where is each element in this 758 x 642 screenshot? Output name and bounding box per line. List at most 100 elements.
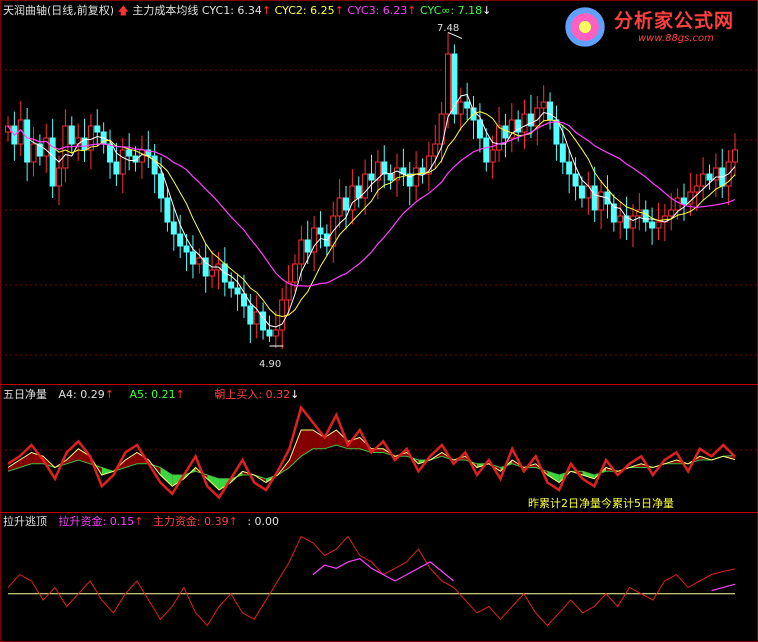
candle-body xyxy=(457,101,464,115)
candle-body xyxy=(508,119,515,139)
arrow-up-icon: ↑ xyxy=(407,4,417,17)
arrow-up-icon: ↑ xyxy=(134,515,144,528)
candle-body xyxy=(279,299,286,331)
candle-body xyxy=(336,197,343,217)
logo-url: www.88gs.com xyxy=(638,33,714,44)
low-price-label: 4.90 xyxy=(259,359,282,370)
arrow-up-icon: ↑ xyxy=(175,388,185,401)
cycinf-label: CYC∞: 7.18 xyxy=(420,4,483,17)
candle-body xyxy=(196,257,203,265)
cyc2-line xyxy=(7,111,736,318)
candle-body xyxy=(234,287,241,295)
candle-body xyxy=(540,101,547,109)
candle-body xyxy=(464,101,471,109)
candle-body xyxy=(502,125,509,139)
candle-body xyxy=(164,197,171,223)
candle-body xyxy=(183,245,190,253)
zero-label: : 0.00 xyxy=(247,515,280,528)
candle-body xyxy=(291,263,298,283)
chart-border xyxy=(0,0,758,642)
candle-body xyxy=(553,119,560,145)
candle-body xyxy=(674,197,681,211)
mid-title: 五日净量 xyxy=(3,388,47,401)
candle-body xyxy=(642,209,649,223)
main-panel-header: 天润曲轴(日线,前复权) 🡅 主力成本均线 CYC1: 6.34↑ CYC2: … xyxy=(3,4,491,17)
candle-body xyxy=(655,221,662,229)
a5-line xyxy=(7,429,736,491)
main-fund-line xyxy=(7,535,736,627)
candle-body xyxy=(387,173,394,181)
candle-body xyxy=(680,197,687,205)
main-fund-label: 主力资金: 0.39 xyxy=(152,515,229,528)
candle-body xyxy=(43,137,50,157)
low-panel-header: 拉升逃顶 拉升资金: 0.15↑ 主力资金: 0.39↑ : 0.00 xyxy=(3,515,279,528)
arrow-up-icon: 🡅 xyxy=(117,4,129,17)
candle-body xyxy=(483,137,490,163)
arrow-down-icon: ↓ xyxy=(482,4,492,17)
candle-body xyxy=(732,149,738,163)
candle-body xyxy=(451,53,458,115)
candle-body xyxy=(266,329,273,337)
arrow-up-icon: ↑ xyxy=(334,4,344,17)
flower-logo-icon xyxy=(562,4,608,50)
candle-body xyxy=(253,311,260,325)
candle-body xyxy=(559,143,566,163)
candle-body xyxy=(68,125,75,145)
candle-body xyxy=(534,107,541,127)
lift-fund-line xyxy=(312,558,736,592)
candle-body xyxy=(247,305,254,325)
candle-body xyxy=(94,125,101,133)
candle-body xyxy=(362,173,369,199)
a4-line xyxy=(7,404,736,500)
logo-text: 分析家公式网 xyxy=(614,10,735,32)
candle-body xyxy=(272,329,279,337)
candle-body xyxy=(496,125,503,151)
candle-body xyxy=(30,143,37,163)
cyc3-line xyxy=(7,121,736,287)
main-title: 天润曲轴(日线,前复权) xyxy=(3,4,115,17)
candle-body xyxy=(547,101,554,121)
candle-body xyxy=(706,173,713,181)
low-title: 拉升逃顶 xyxy=(3,515,47,528)
candle-body xyxy=(649,221,656,229)
indicator-name: 主力成本均线 xyxy=(132,4,199,17)
cyc1-label: CYC1: 6.34 xyxy=(201,4,262,17)
cyc2-label: CYC2: 6.25 xyxy=(274,4,335,17)
candle-body xyxy=(158,173,165,199)
candle-body xyxy=(432,143,439,157)
mid-panel-header: 五日净量 A4: 0.29↑ A5: 0.21↑ 朝上买入: 0.32↓ xyxy=(3,388,299,401)
arrow-up-icon: ↑ xyxy=(104,388,114,401)
candle-body xyxy=(598,191,605,211)
candle-body xyxy=(304,239,311,253)
candle-body xyxy=(311,227,318,253)
a5-label: A5: 0.21 xyxy=(129,388,176,401)
candle-body xyxy=(476,119,483,139)
arrow-up-icon: ↑ xyxy=(261,4,272,17)
candle-body xyxy=(119,149,126,175)
cyc1-line xyxy=(7,93,736,328)
candle-body xyxy=(617,215,624,223)
candle-body xyxy=(693,185,700,193)
candle-body xyxy=(298,239,305,265)
net-volume-note: 昨累计2日净量今累计5日净量 xyxy=(528,497,674,510)
candle-body xyxy=(368,173,375,181)
stock-chart-svg[interactable] xyxy=(0,0,758,642)
net-volume-area xyxy=(312,430,325,449)
candle-body xyxy=(342,197,349,211)
candle-body xyxy=(209,269,216,277)
candle-body xyxy=(189,251,196,265)
candle-body xyxy=(572,173,579,187)
candle-body xyxy=(228,281,235,289)
buy-label: 朝上买入: 0.32 xyxy=(214,388,291,401)
candle-body xyxy=(113,161,120,175)
candle-body xyxy=(126,149,133,157)
high-price-label: 7.48 xyxy=(437,23,460,34)
a4-label: A4: 0.29 xyxy=(58,388,105,401)
candle-body xyxy=(629,215,636,229)
chart-root: 天润曲轴(日线,前复权) 🡅 主力成本均线 CYC1: 6.34↑ CYC2: … xyxy=(0,0,758,642)
candle-body xyxy=(24,119,31,163)
candle-body xyxy=(566,161,573,175)
site-logo: 分析家公式网 www.88gs.com xyxy=(560,2,756,52)
cyc3-label: CYC3: 6.23 xyxy=(347,4,408,17)
candle-body xyxy=(521,113,528,133)
